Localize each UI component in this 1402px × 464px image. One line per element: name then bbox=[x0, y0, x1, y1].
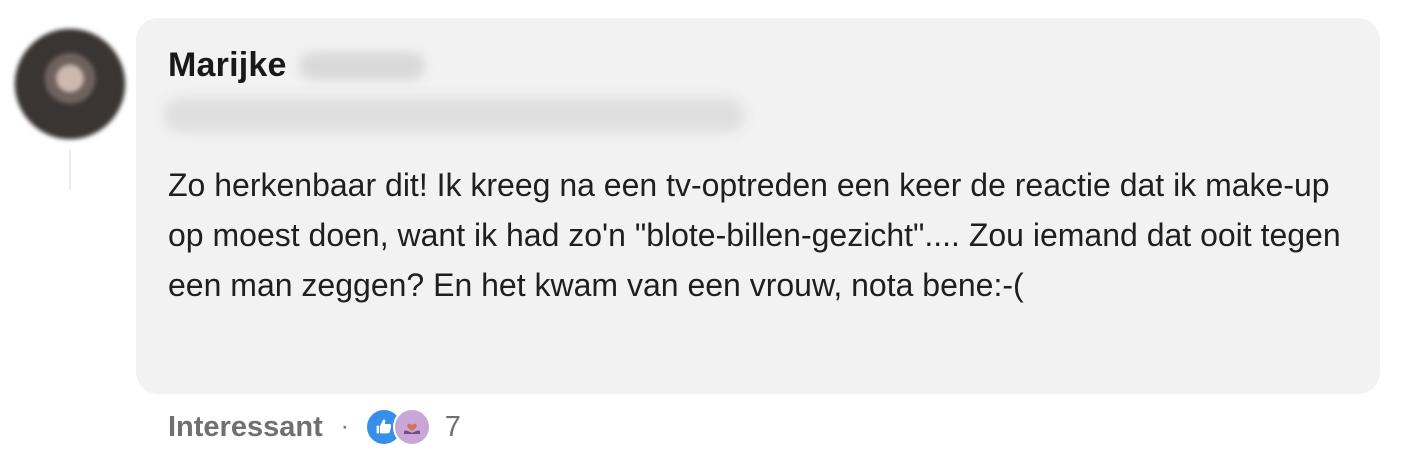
redacted-author-headline bbox=[164, 98, 744, 132]
reaction-icons[interactable] bbox=[364, 408, 431, 446]
comment-text: Zo herkenbaar dit! Ik kreeg na een tv-op… bbox=[168, 167, 1341, 303]
redacted-last-name bbox=[298, 51, 425, 80]
separator-dot: · bbox=[340, 413, 349, 440]
reaction-count[interactable]: 7 bbox=[445, 411, 461, 444]
author-avatar[interactable] bbox=[14, 28, 126, 140]
author-name[interactable]: Marijke bbox=[168, 46, 287, 85]
support-icon bbox=[392, 408, 431, 446]
thread-line bbox=[69, 150, 71, 190]
comment-item: Marijke Zo herkenbaar dit! Ik kreeg na e… bbox=[0, 0, 1402, 464]
reaction-button[interactable]: Interessant bbox=[168, 411, 323, 444]
author-row[interactable]: Marijke bbox=[168, 46, 425, 85]
comment-meta: Interessant · 7 bbox=[168, 402, 461, 452]
